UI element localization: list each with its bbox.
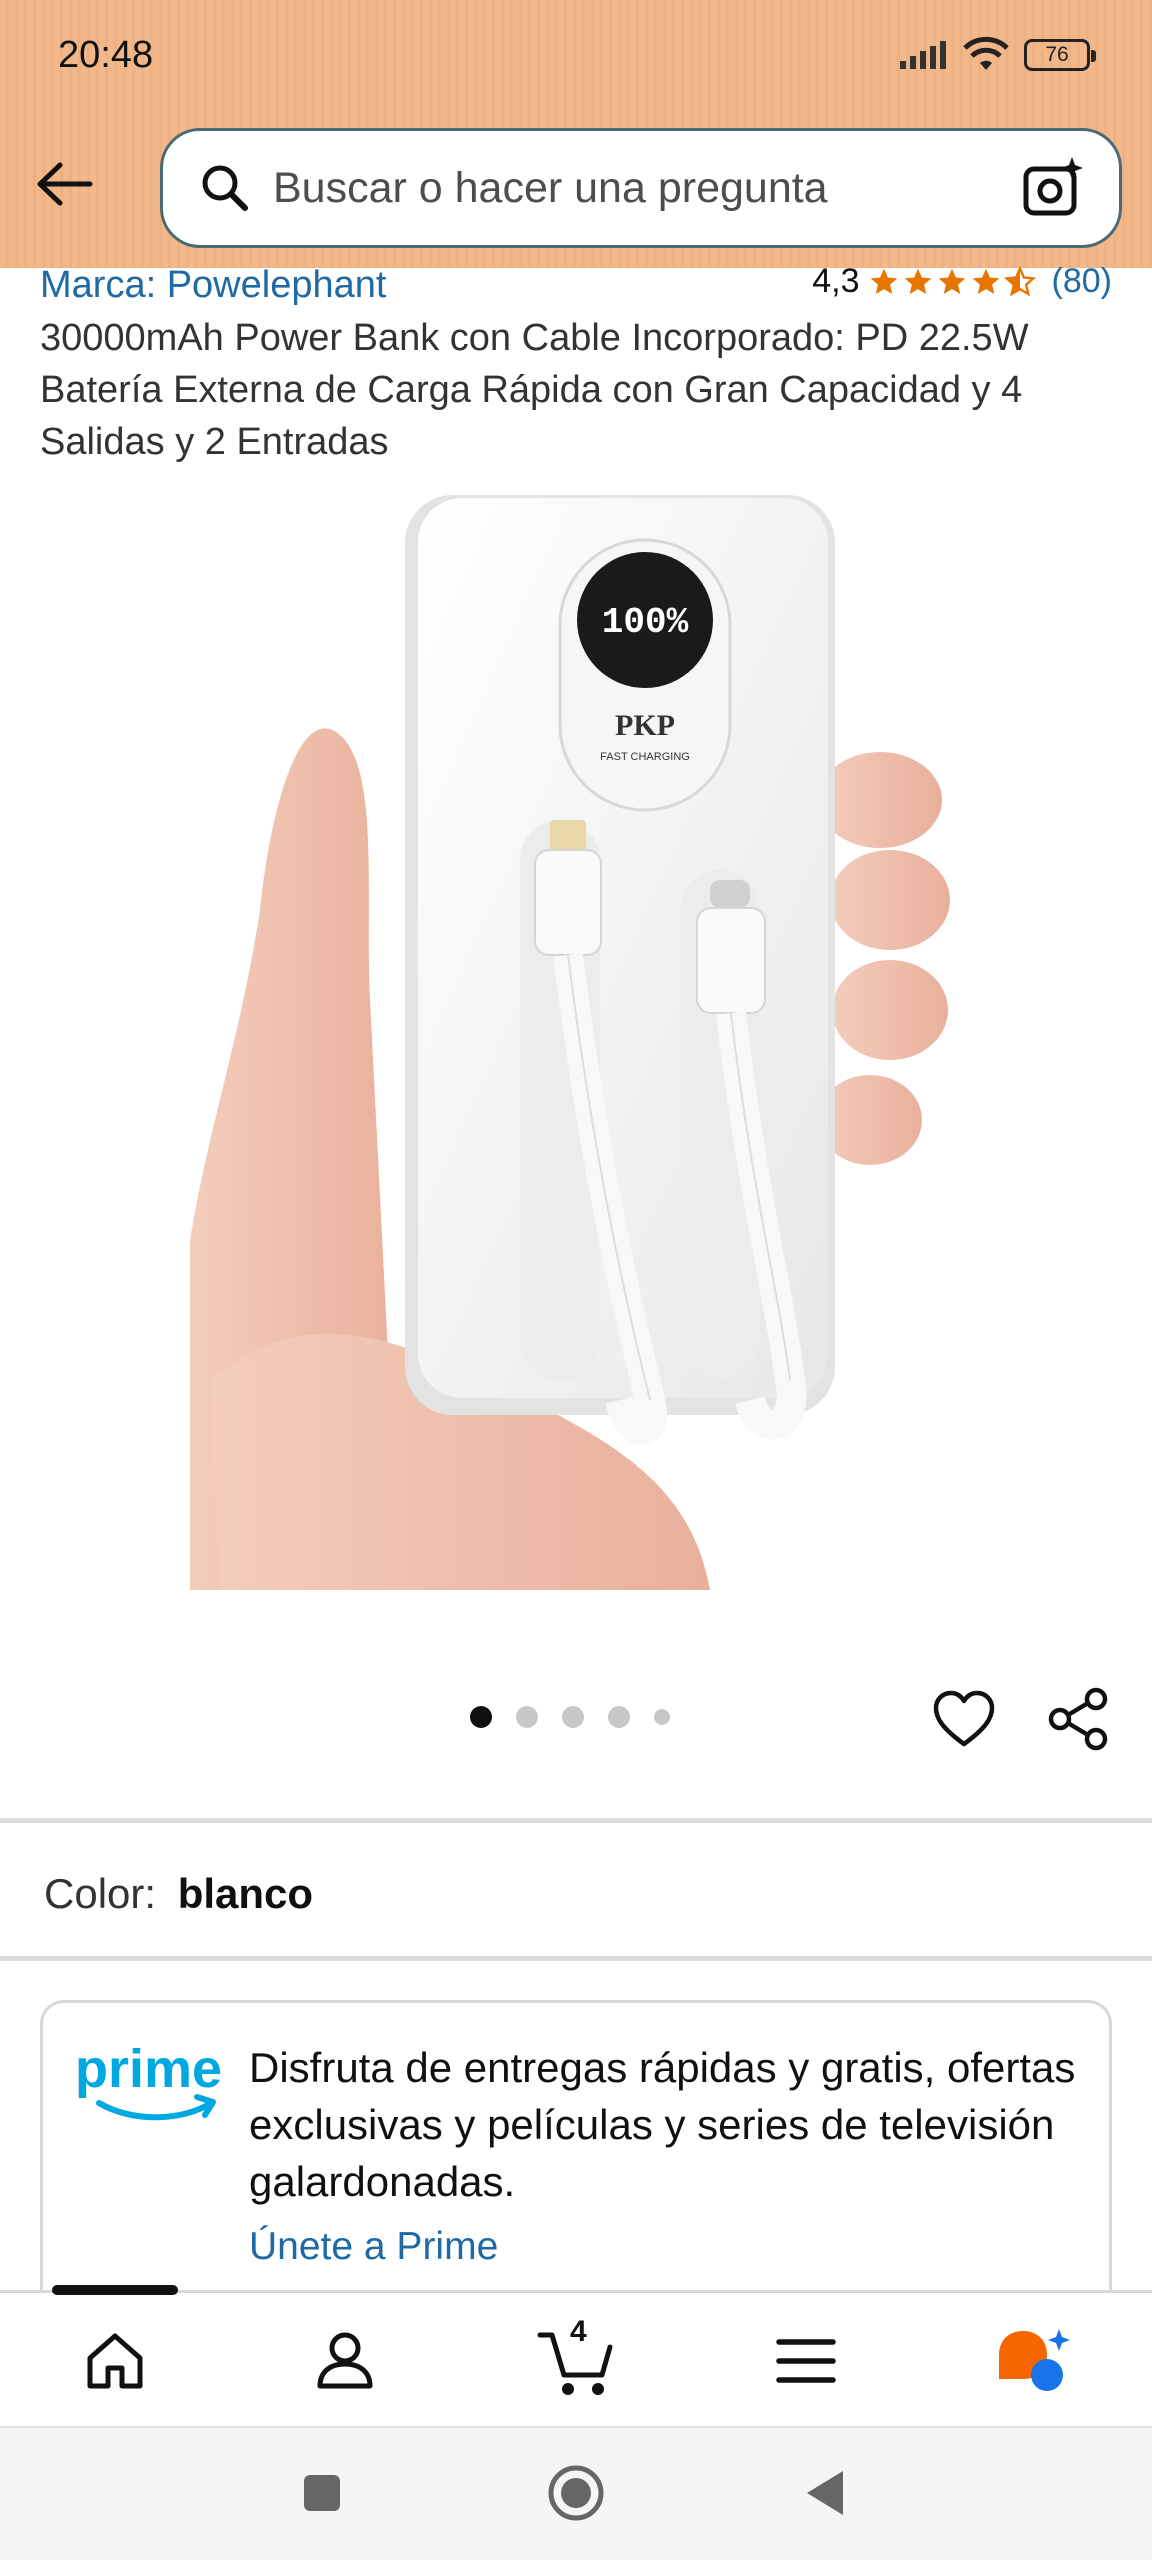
home-icon[interactable] — [75, 2321, 155, 2401]
star-icon — [904, 268, 931, 294]
svg-text:prime: prime — [75, 2039, 222, 2099]
rating-stars — [868, 265, 1036, 298]
cart-icon[interactable]: 4 — [536, 2315, 616, 2401]
image-sub-text: FAST CHARGING — [600, 751, 690, 763]
search-bar[interactable]: Buscar o hacer una pregunta — [160, 128, 1122, 248]
star-icon — [972, 268, 999, 294]
app-header: 20:48 76 Buscar o hacer una pregunta — [0, 0, 1152, 268]
bottom-nav: 4 — [0, 2285, 1152, 2426]
camera-search-icon[interactable] — [1017, 152, 1089, 224]
prime-logo: prime — [75, 2039, 222, 2121]
status-time: 20:48 — [58, 34, 154, 76]
carousel-dot[interactable] — [516, 1706, 538, 1728]
carousel-dot[interactable] — [562, 1706, 584, 1728]
divider — [0, 1818, 1152, 1823]
rating[interactable]: 4,3 (80) — [812, 262, 1112, 301]
image-brand-logo: PKP — [615, 709, 675, 742]
cart-count: 4 — [570, 2315, 587, 2348]
wifi-icon — [963, 36, 1009, 70]
carousel-dot[interactable] — [608, 1706, 630, 1728]
join-prime-link[interactable]: Únete a Prime — [249, 2225, 498, 2269]
rating-count[interactable]: (80) — [1052, 262, 1112, 301]
carousel-dot-active[interactable] — [470, 1706, 492, 1728]
product-title: 30000mAh Power Bank con Cable Incorporad… — [40, 317, 1029, 463]
recent-apps-icon[interactable] — [287, 2458, 357, 2528]
heart-icon — [933, 1690, 995, 1747]
brand-link[interactable]: Marca: Powelephant — [40, 264, 386, 307]
rufus-icon[interactable] — [995, 2321, 1075, 2401]
prime-card[interactable]: prime Disfruta de entregas rápidas y gra… — [40, 2000, 1112, 2320]
signal-icon — [900, 41, 946, 69]
star-icon — [870, 268, 897, 294]
back-button[interactable] — [28, 148, 100, 220]
star-icon — [938, 268, 965, 294]
color-selector[interactable]: Color: blanco — [44, 1870, 313, 1918]
divider — [0, 1956, 1152, 1961]
star-half-icon — [1003, 265, 1036, 296]
carousel-dot[interactable] — [654, 1709, 670, 1725]
battery-indicator: 76 — [1024, 39, 1096, 71]
color-value: blanco — [177, 1870, 314, 1917]
nav-active-indicator — [52, 2285, 178, 2295]
rating-value: 4,3 — [812, 262, 860, 300]
account-icon[interactable] — [305, 2321, 385, 2401]
prime-description: Disfruta de entregas rápidas y gratis, o… — [249, 2044, 1076, 2205]
search-icon — [195, 158, 255, 218]
wishlist-button[interactable] — [932, 1688, 996, 1752]
product-image[interactable]: 100% PKP FAST CHARGING — [190, 480, 970, 1600]
status-icons: 76 — [898, 36, 1096, 74]
color-label: Color: — [44, 1870, 157, 1917]
home-button-icon[interactable] — [541, 2458, 611, 2528]
system-nav-bar — [0, 2426, 1152, 2560]
carousel-dots[interactable] — [470, 1706, 670, 1728]
display-percentage: 100% — [602, 602, 689, 643]
search-input[interactable]: Buscar o hacer una pregunta — [273, 164, 1017, 213]
back-arrow-icon — [37, 162, 93, 206]
back-nav-icon[interactable] — [790, 2458, 860, 2528]
share-button[interactable] — [1046, 1686, 1112, 1752]
share-icon — [1048, 1687, 1108, 1751]
menu-icon[interactable] — [766, 2321, 846, 2401]
